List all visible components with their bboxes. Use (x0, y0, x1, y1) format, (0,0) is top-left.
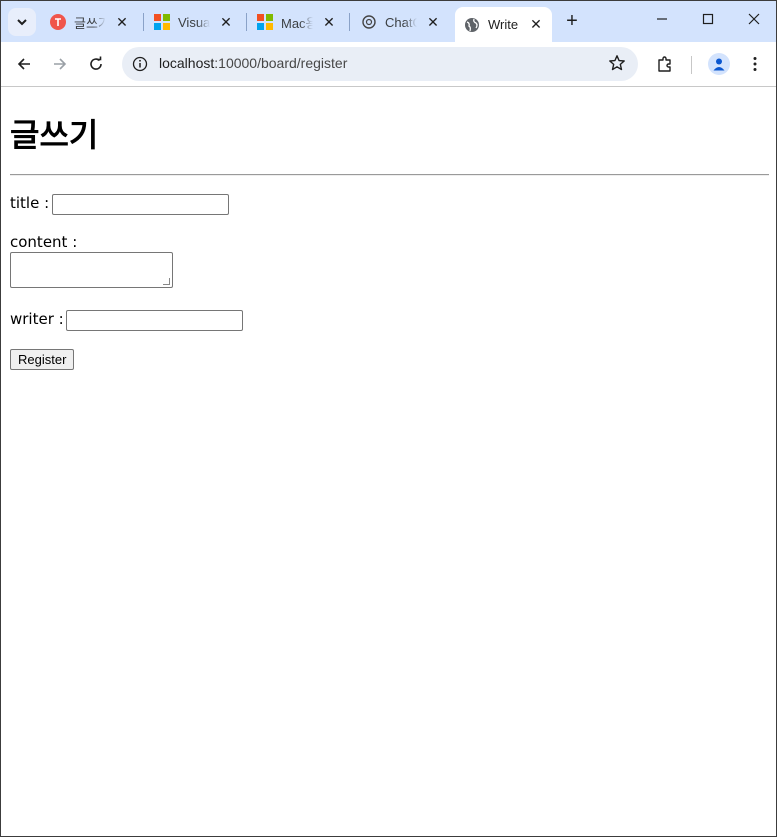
tab-active[interactable]: Write ✕ (455, 7, 552, 42)
browser-toolbar: localhost:10000/board/register (1, 42, 776, 87)
reload-button[interactable] (85, 53, 107, 75)
openai-icon (362, 15, 376, 29)
back-button[interactable] (13, 53, 35, 75)
toolbar-divider (691, 56, 692, 74)
close-icon[interactable]: ✕ (425, 14, 441, 30)
close-icon[interactable]: ✕ (114, 14, 130, 30)
extensions-button[interactable] (654, 53, 676, 75)
tab-title: 글쓰기 (74, 15, 106, 31)
maximize-icon[interactable] (698, 11, 718, 31)
tab-2[interactable]: Visual ✕ (154, 7, 240, 37)
profile-avatar[interactable] (708, 53, 730, 75)
content-label: content : (10, 233, 78, 251)
tab-separator (143, 13, 144, 31)
url-path: :10000/board/register (214, 55, 348, 71)
star-icon[interactable] (608, 54, 626, 77)
arrow-left-icon (17, 58, 30, 70)
writer-input[interactable] (66, 310, 243, 331)
site-info-icon[interactable] (131, 55, 149, 73)
close-icon[interactable]: ✕ (321, 14, 337, 30)
globe-icon (465, 17, 479, 32)
forward-button[interactable] (49, 53, 71, 75)
tab-title: Visual (178, 14, 210, 30)
writer-label: writer : (10, 310, 64, 328)
page-content: 글쓰기 title : content : writer : Register (1, 88, 776, 836)
tab-title: ChatG (385, 14, 417, 30)
tab-3[interactable]: Mac용 ✕ (257, 7, 343, 37)
microsoft-logo-icon (257, 14, 273, 30)
chevron-down-icon (17, 19, 27, 26)
title-label: title : (10, 194, 50, 212)
tab-title: Write (488, 17, 519, 32)
tab-4[interactable]: ChatG ✕ (361, 7, 447, 37)
tab-search-button[interactable] (8, 8, 36, 36)
red-circle-icon (50, 14, 66, 30)
more-vert-icon (753, 57, 757, 71)
puzzle-icon (658, 56, 671, 72)
content-textarea[interactable] (10, 252, 173, 288)
browser-window: 글쓰기 ✕ Visual ✕ Mac용 ✕ (0, 0, 777, 837)
menu-button[interactable] (744, 53, 766, 75)
tab-strip: 글쓰기 ✕ Visual ✕ Mac용 ✕ (1, 1, 776, 42)
title-input[interactable] (52, 194, 229, 215)
page-title: 글쓰기 (10, 116, 99, 154)
close-window-icon[interactable] (744, 11, 764, 31)
tab-title: Mac용 (281, 15, 313, 31)
arrow-right-icon (54, 58, 67, 70)
horizontal-rule (10, 174, 769, 176)
reload-icon (90, 56, 102, 70)
address-bar[interactable]: localhost:10000/board/register (122, 47, 638, 81)
new-tab-button[interactable]: + (562, 11, 582, 31)
minimize-icon[interactable] (652, 11, 672, 31)
tab-separator (246, 13, 247, 31)
close-icon[interactable]: ✕ (528, 16, 544, 32)
person-icon (713, 58, 725, 71)
close-icon[interactable]: ✕ (218, 14, 234, 30)
tab-1[interactable]: 글쓰기 ✕ (50, 7, 136, 37)
microsoft-logo-icon (154, 14, 170, 30)
url-host: localhost (159, 55, 215, 71)
address-url[interactable]: localhost:10000/board/register (159, 55, 347, 71)
register-button[interactable]: Register (10, 349, 75, 370)
tab-separator (349, 13, 350, 31)
